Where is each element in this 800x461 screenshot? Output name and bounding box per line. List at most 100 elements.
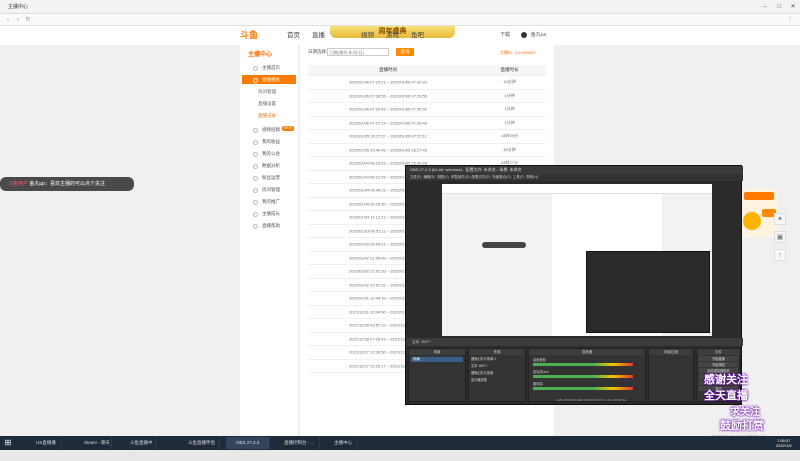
sidebar-sub-records[interactable]: 直播记录 (242, 111, 296, 120)
taskbar-item[interactable]: 直播控制台 - ... (274, 437, 320, 449)
source-item[interactable]: 图像幻灯片放映 2 (469, 355, 525, 362)
side-top-icon[interactable]: ↑ (774, 249, 786, 261)
promo-widget[interactable] (742, 189, 778, 237)
obs-menu-help[interactable]: 帮助(H) (526, 175, 538, 179)
sidebar-sub-room[interactable]: 房间管理 (242, 87, 296, 96)
mixer-channel-label: 媒体源 (533, 382, 543, 386)
taskbar-item[interactable]: 斗鱼直播伴侣 (178, 437, 220, 449)
nav-home[interactable]: 首页 (287, 26, 300, 46)
sidebar-item-video[interactable]: 视频投稿 NEW (242, 125, 296, 134)
nav-video[interactable]: 视频 (361, 26, 374, 46)
obs-titlebar: OBS 27.2.3 (64-bit, windows) - 配置文件: 未命名… (406, 166, 743, 174)
date-input[interactable] (327, 48, 389, 56)
obs-menu-file[interactable]: 文件(F) (410, 175, 421, 179)
taskbar-item[interactable]: 斗鱼直播中心 (120, 437, 156, 457)
windows-start-icon[interactable]: ⊞ (3, 438, 13, 448)
cell-live-time: 2022/01/05 16:27:27 ~ 2022/01/06 07:27:1… (349, 133, 427, 139)
income-icon (253, 139, 258, 145)
preview-header (442, 184, 712, 194)
back-icon[interactable]: ‹ (4, 16, 12, 24)
dock-sources: 来源 图像幻灯片放映 2 文本 1847+ 图像幻灯片放映 显示器采集 (468, 348, 526, 402)
overlay-line: 鼓励打赏 (720, 420, 764, 432)
site-logo[interactable]: 斗鱼 (240, 28, 270, 43)
growth-icon (253, 211, 258, 217)
sidebar-item-room[interactable]: 房间管理 (242, 185, 296, 194)
sidebar-item-fans[interactable]: 粉丝运营 (242, 173, 296, 182)
overlay-line: 全天直播 (704, 390, 748, 402)
column-header-time: 直播时间 (379, 67, 397, 72)
side-gift-icon[interactable]: ✦ (774, 213, 786, 225)
sidebar-item-live[interactable]: 直播相关 (242, 75, 296, 84)
obs-menu-view[interactable]: 视图(V) (437, 175, 449, 179)
dock-scenes-title: 场景 (409, 349, 465, 355)
sidebar-item-growth[interactable]: 主播成长 (242, 209, 296, 218)
taskbar-item[interactable]: 主播中心 (324, 437, 358, 449)
overlay-line: 求关注 (730, 407, 760, 418)
sidebar-item-promo[interactable]: 我的推广 (242, 197, 296, 206)
chart-icon (253, 163, 258, 169)
obs-menu-docks[interactable]: 停靠部件(D) (451, 175, 470, 179)
site-header: 斗鱼 首页 直播 周年盛典 视频 游戏 鱼吧 下载 鱼丸us (0, 26, 800, 46)
sidebar-item-home[interactable]: 主播首页 (242, 63, 296, 72)
browser-titlebar: 主播中心 – □ ✕ (0, 0, 800, 14)
taskbar-clock[interactable]: 7:00:37 2022/1/6 (776, 438, 792, 448)
audio-meter (533, 387, 633, 390)
help-icon (253, 223, 258, 229)
refresh-icon[interactable]: ↻ (24, 16, 32, 24)
video-icon (253, 127, 258, 133)
menu-icon[interactable]: ⋮ (786, 16, 794, 24)
sidebar-item-guild[interactable]: 我的公会 (242, 149, 296, 158)
cell-duration: 1分钟 (504, 106, 515, 112)
source-item[interactable]: 文本 1847+ (469, 362, 525, 369)
nav-live[interactable]: 直播 (312, 26, 325, 46)
toast-user: 斗鱼用户 (8, 181, 29, 187)
sidebar-item-income[interactable]: 我的收益 (242, 137, 296, 146)
mixer-channel-label: 麦克风/Aux (533, 370, 549, 374)
clock-date: 2022/1/6 (776, 443, 792, 448)
username[interactable]: 鱼丸us (531, 32, 546, 38)
scene-item[interactable]: 场景 (411, 357, 463, 362)
side-app-icon[interactable]: ▣ (774, 231, 786, 243)
sidebar-sub-settings[interactable]: 直播设置 (242, 99, 296, 108)
close-icon[interactable]: ✕ (786, 0, 800, 14)
taskbar-item[interactable]: US直播播 (26, 437, 62, 449)
column-header-duration: 直播时长 (500, 67, 519, 72)
cell-live-time: 2022/01/05 15:40:46 ~ 2022/01/05 16:27:4… (349, 147, 427, 153)
obs-menu-tools[interactable]: 工具(T) (513, 175, 524, 179)
preview-toast (482, 242, 526, 248)
table-row: 2022/01/06 07:20:21 ~ 2022/01/06 07:30:2… (308, 76, 546, 90)
taskbar-item[interactable]: Steam - 聊天 (74, 437, 112, 449)
toast-text: 鱼丸up：喜欢主播的可以点个关注 (29, 181, 105, 187)
query-button[interactable]: 查询 (396, 48, 414, 56)
source-item[interactable]: 图像幻灯片放映 (469, 369, 525, 376)
overlay-line: 感谢关注 (704, 374, 748, 386)
source-item[interactable]: 显示器采集 (469, 376, 525, 383)
nav-yuba[interactable]: 鱼吧 (411, 26, 424, 46)
nav-game[interactable]: 游戏 (386, 26, 399, 46)
dock-transitions-title: 场景过渡 (649, 349, 693, 355)
obs-current-source: 文本: 1847+ (412, 340, 431, 344)
home-icon (253, 65, 258, 71)
minimize-icon[interactable]: – (758, 0, 772, 14)
obs-preview[interactable] (442, 184, 712, 336)
cell-live-time: 2022/01/06 07:29:45 ~ 2022/01/06 07:30:5… (349, 106, 427, 112)
sidebar-item-data[interactable]: 数据分析 (242, 161, 296, 170)
promo-icon (253, 199, 258, 205)
sidebar-item-help[interactable]: 直播帮助 (242, 221, 296, 230)
taskbar-item-active[interactable]: OBS 27.2.3 (64... (226, 437, 270, 457)
cell-duration: 46分钟 (503, 146, 516, 152)
obs-statusbar: LIVE: 00:00:00 REC: 00:00:00 CPU: 3.4%, … (556, 398, 627, 402)
obs-menu-profile[interactable]: 配置文件(P) (472, 175, 491, 179)
audio-meter (533, 363, 633, 366)
maximize-icon[interactable]: □ (772, 0, 786, 14)
obs-menu-edit[interactable]: 编辑(E) (423, 175, 435, 179)
obs-menu-scene-collection[interactable]: 场景集合(S) (492, 175, 511, 179)
table-header: 直播时间 直播时长 (308, 65, 546, 76)
dock-scenes: 场景 场景 (408, 348, 466, 402)
room-icon (253, 187, 258, 193)
download-link[interactable]: 下载 (500, 32, 510, 38)
guild-icon (253, 151, 258, 157)
avatar[interactable] (521, 31, 528, 38)
forward-icon[interactable]: › (14, 16, 22, 24)
table-row: 2022/01/05 16:27:27 ~ 2022/01/06 07:27:1… (308, 130, 546, 144)
